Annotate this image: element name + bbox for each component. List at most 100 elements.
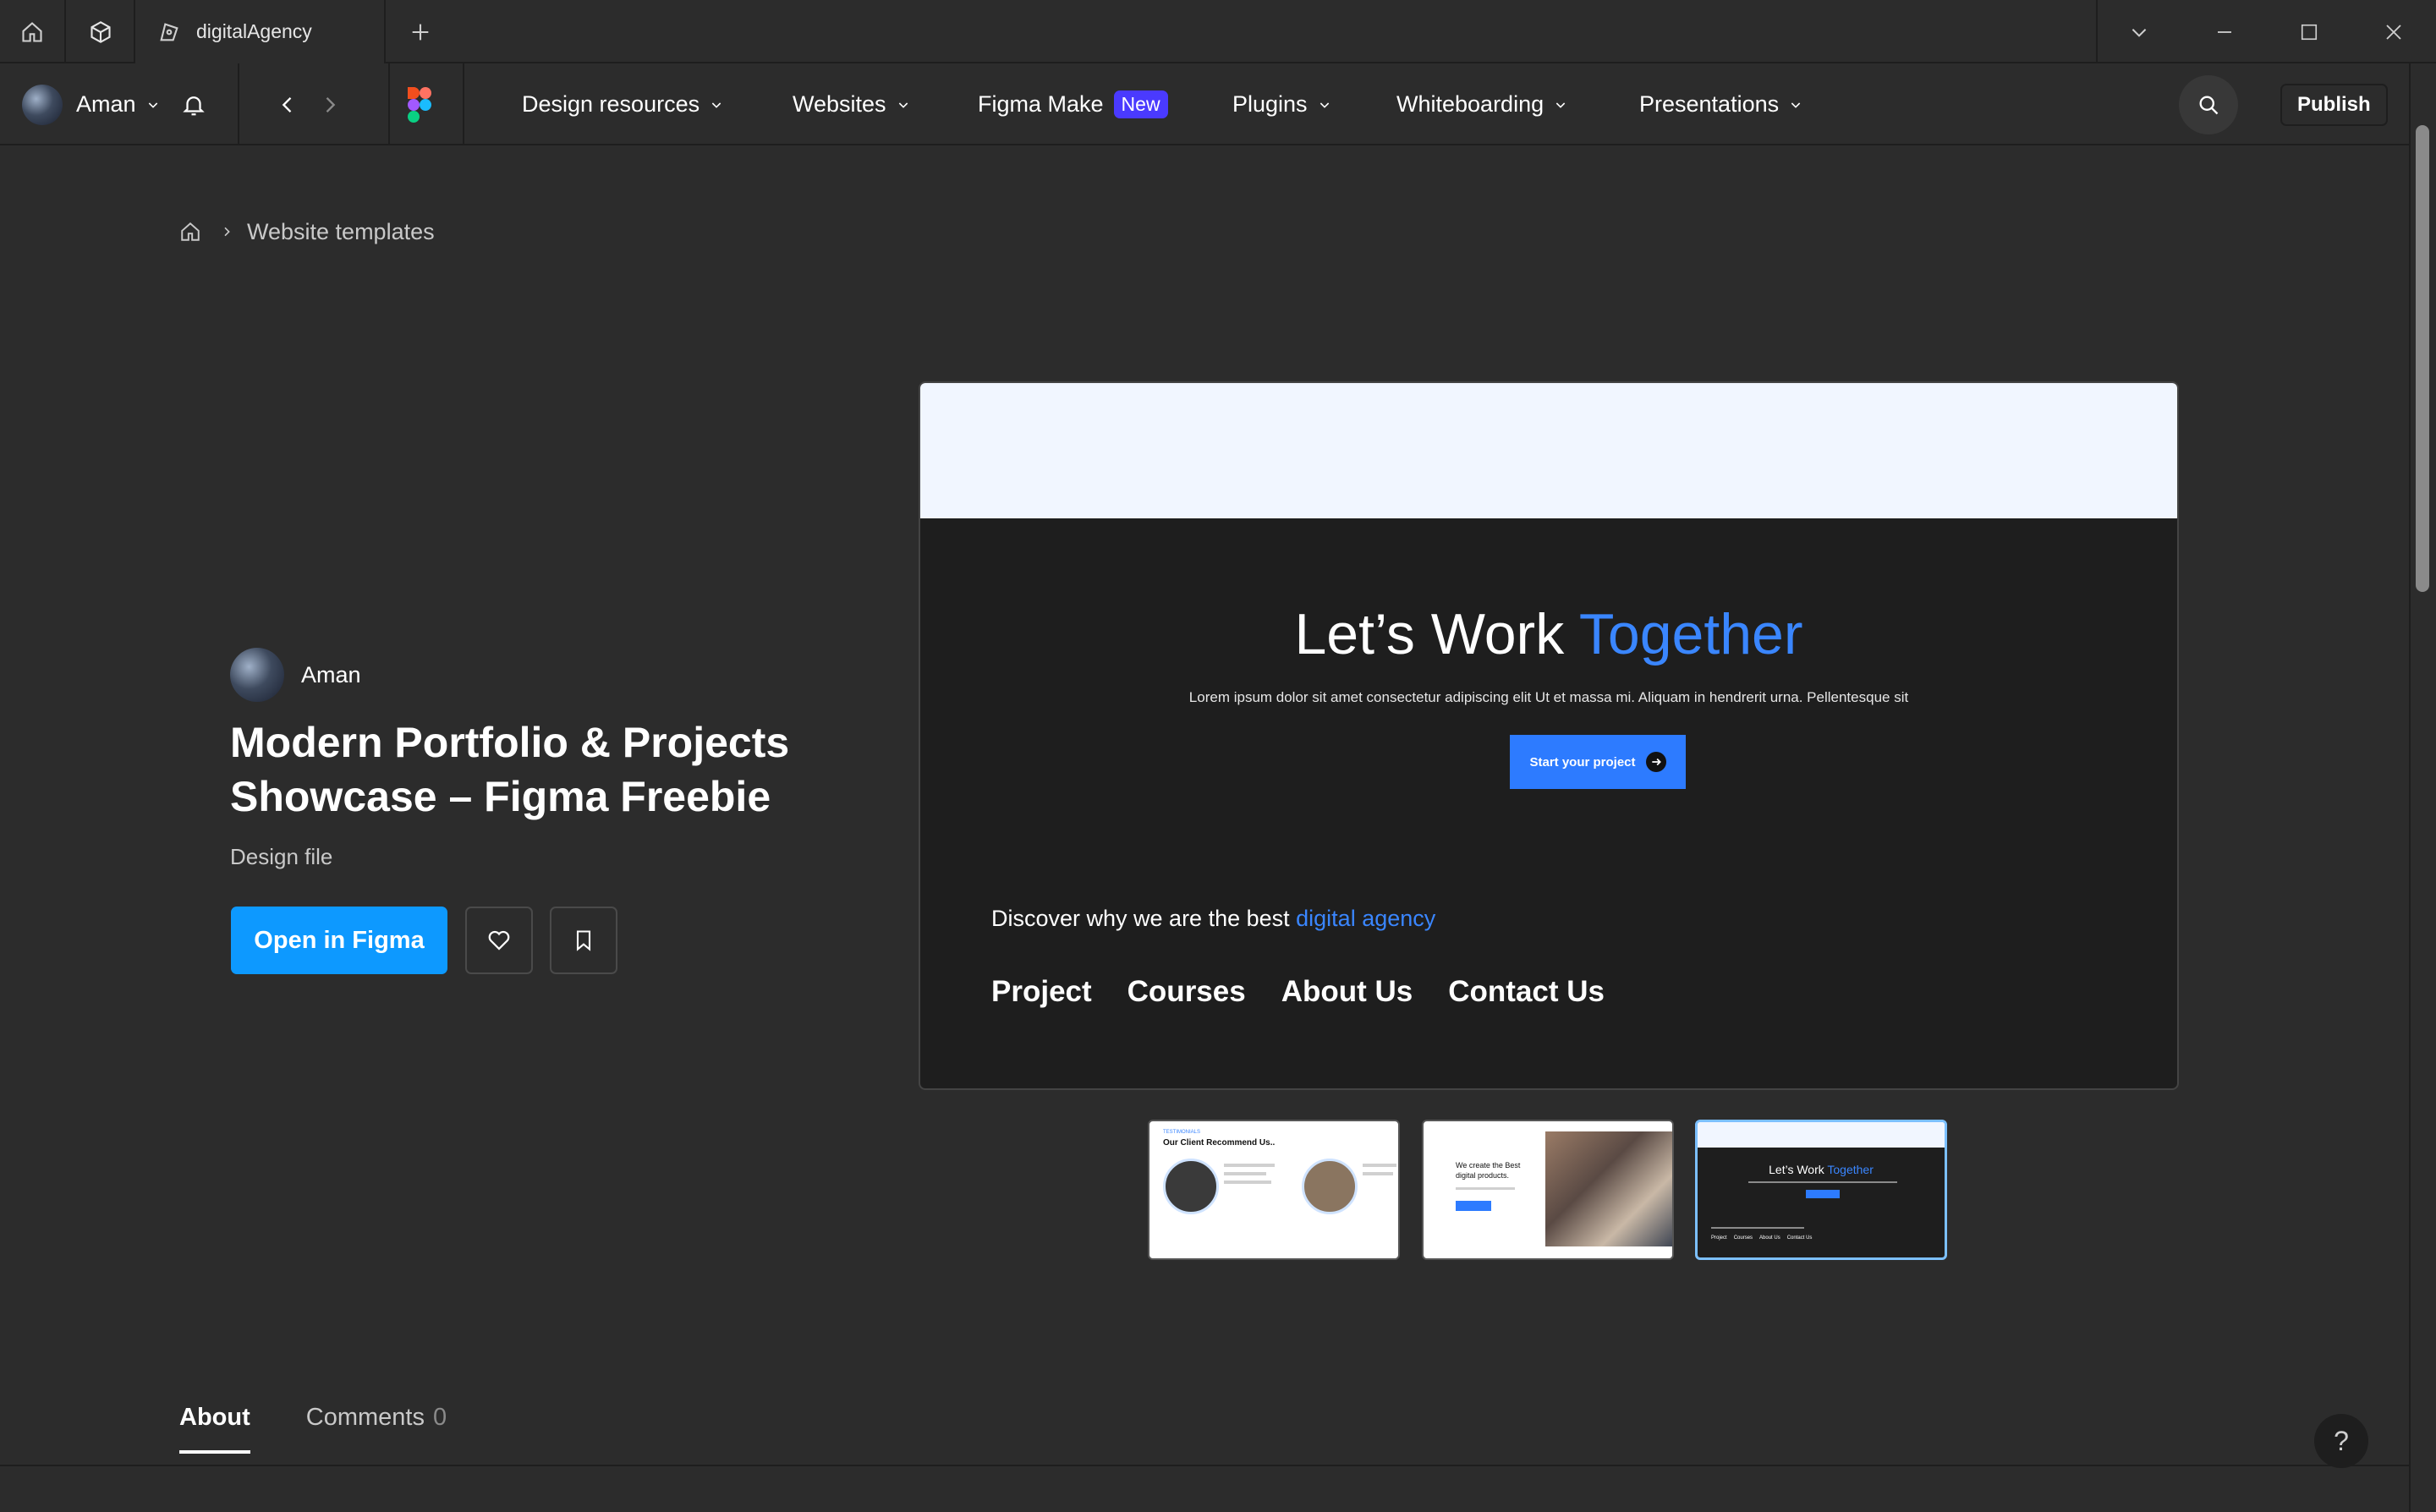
nav-label: Websites <box>793 91 886 117</box>
tab-comments[interactable]: Comments 0 <box>306 1404 447 1454</box>
detail-tabs: About Comments 0 <box>179 1404 447 1454</box>
close-window-button[interactable] <box>2351 0 2436 63</box>
tabs-dropdown-button[interactable] <box>2096 0 2181 63</box>
nav-label: Design resources <box>522 91 700 117</box>
search-button[interactable] <box>2179 75 2238 134</box>
preview-cta-button: Start your project <box>1510 735 1686 789</box>
bookmark-icon <box>576 930 591 951</box>
nav-whiteboarding[interactable]: Whiteboarding <box>1396 63 1567 145</box>
thumb-link: Contact Us <box>1786 1235 1813 1241</box>
account-menu[interactable]: Aman <box>22 63 160 145</box>
tab-comments-label: Comments <box>305 1404 425 1431</box>
preview-body-text: Lorem ipsum dolor sit amet consectetur a… <box>1188 689 1909 705</box>
new-tab-button[interactable] <box>387 0 453 63</box>
preview-discover-accent: digital agency <box>1296 906 1436 931</box>
thumb-line <box>1363 1172 1393 1175</box>
nav-design-resources[interactable]: Design resources <box>522 63 723 145</box>
publish-button[interactable]: Publish <box>2280 84 2388 126</box>
arrow-right-icon <box>1645 752 1666 772</box>
minimize-button[interactable] <box>2182 0 2267 63</box>
preview-headline-prefix: Let’s Work <box>1294 602 1579 666</box>
preview-headline: Let’s Work Together <box>920 601 2177 667</box>
thumb-button <box>1456 1201 1491 1211</box>
publish-label: Publish <box>2297 93 2371 116</box>
comments-count: 0 <box>432 1404 447 1431</box>
chevron-down-icon <box>1555 101 1566 108</box>
thumb-heading: Our Client Recommend Us.. <box>1163 1138 1276 1148</box>
scrollbar-thumb[interactable] <box>2416 125 2429 592</box>
preview-discover-prefix: Discover why we are the best <box>991 906 1297 931</box>
maximize-button[interactable] <box>2267 0 2351 63</box>
home-tab-button[interactable] <box>0 0 66 63</box>
nav-figma-make[interactable]: Figma Make New <box>978 63 1168 145</box>
nav-divider <box>388 63 390 145</box>
preview-link: Courses <box>1127 975 1246 1008</box>
breadcrumb-home[interactable] <box>179 221 201 243</box>
home-icon <box>22 21 42 42</box>
thumbnail-3[interactable]: Let’s Work Together Project Courses Abou… <box>1695 1120 1947 1260</box>
community-tab-button[interactable] <box>68 0 134 63</box>
chevron-down-icon <box>1791 101 1801 108</box>
thumbnail-2[interactable]: We create the Best digital products. <box>1422 1120 1674 1260</box>
close-icon <box>2386 24 2401 40</box>
tabs-divider <box>0 1465 2409 1466</box>
nav-label: Presentations <box>1639 91 1780 117</box>
nav-divider <box>238 63 239 145</box>
thumb-top-section <box>1698 1122 1945 1148</box>
preview-footer-links: Project Courses About Us Contact Us <box>991 975 1640 1009</box>
thumb-heading-line: digital products. <box>1456 1171 1510 1180</box>
new-badge: New <box>1113 90 1168 118</box>
thumb-line <box>1224 1181 1271 1184</box>
thumb-line <box>1711 1227 1804 1229</box>
chevron-down-icon <box>1320 101 1329 108</box>
nav-websites[interactable]: Websites <box>793 63 910 145</box>
preview-top-section <box>920 383 2177 518</box>
chevron-down-icon <box>148 101 157 108</box>
thumb-link: Courses <box>1733 1235 1753 1241</box>
thumb-heading: We create the Best digital products. <box>1456 1160 1520 1181</box>
open-in-figma-button[interactable]: Open in Figma <box>231 907 447 974</box>
preview-link: Contact Us <box>1448 975 1605 1008</box>
maximize-icon <box>2301 24 2318 40</box>
nav-divider <box>463 63 464 145</box>
thumbnail-1[interactable]: TESTIMONIALS Our Client Recommend Us.. <box>1148 1120 1400 1260</box>
file-tab-label: digitalAgency <box>196 20 312 42</box>
preview-link: About Us <box>1281 975 1413 1008</box>
thumb-headline-accent: Together <box>1827 1163 1874 1176</box>
figma-logo[interactable] <box>408 63 431 145</box>
thumb-headline-prefix: Let’s Work <box>1769 1163 1828 1176</box>
forward-button[interactable] <box>318 63 342 145</box>
account-name: Aman <box>76 91 136 117</box>
bookmark-button[interactable] <box>550 907 617 974</box>
bell-icon <box>183 96 205 115</box>
author-row[interactable]: Aman <box>230 648 361 702</box>
notifications-button[interactable] <box>181 63 206 145</box>
help-button[interactable]: ? <box>2314 1414 2368 1468</box>
thumb-client-photo <box>1163 1159 1219 1214</box>
nav-label: Figma Make <box>978 91 1104 117</box>
file-tab-digitalagency[interactable]: digitalAgency <box>134 0 386 63</box>
author-name: Aman <box>301 661 361 688</box>
chevron-right-icon <box>326 96 336 112</box>
thumb-line <box>1224 1172 1266 1175</box>
thumb-line <box>1224 1164 1275 1167</box>
tab-about[interactable]: About <box>179 1404 250 1454</box>
plus-icon <box>412 24 429 40</box>
tab-about-label: About <box>179 1404 250 1431</box>
back-button[interactable] <box>276 63 299 145</box>
like-button[interactable] <box>465 907 533 974</box>
nav-label: Plugins <box>1232 91 1308 117</box>
nav-plugins[interactable]: Plugins <box>1232 63 1331 145</box>
window-titlebar: digitalAgency <box>0 0 2436 63</box>
thumb-headline: Let’s Work Together <box>1698 1163 1945 1176</box>
chevron-down-icon <box>898 101 908 108</box>
home-icon <box>181 222 200 241</box>
heart-icon <box>488 930 510 950</box>
chevron-right-icon <box>224 227 230 237</box>
breadcrumb-website-templates[interactable]: Website templates <box>247 219 435 245</box>
template-preview[interactable]: Let’s Work Together Lorem ipsum dolor si… <box>919 381 2179 1090</box>
thumb-client-photo <box>1302 1159 1358 1214</box>
thumb-office-photo <box>1545 1131 1672 1246</box>
thumb-line <box>1456 1187 1515 1190</box>
nav-presentations[interactable]: Presentations <box>1639 63 1802 145</box>
